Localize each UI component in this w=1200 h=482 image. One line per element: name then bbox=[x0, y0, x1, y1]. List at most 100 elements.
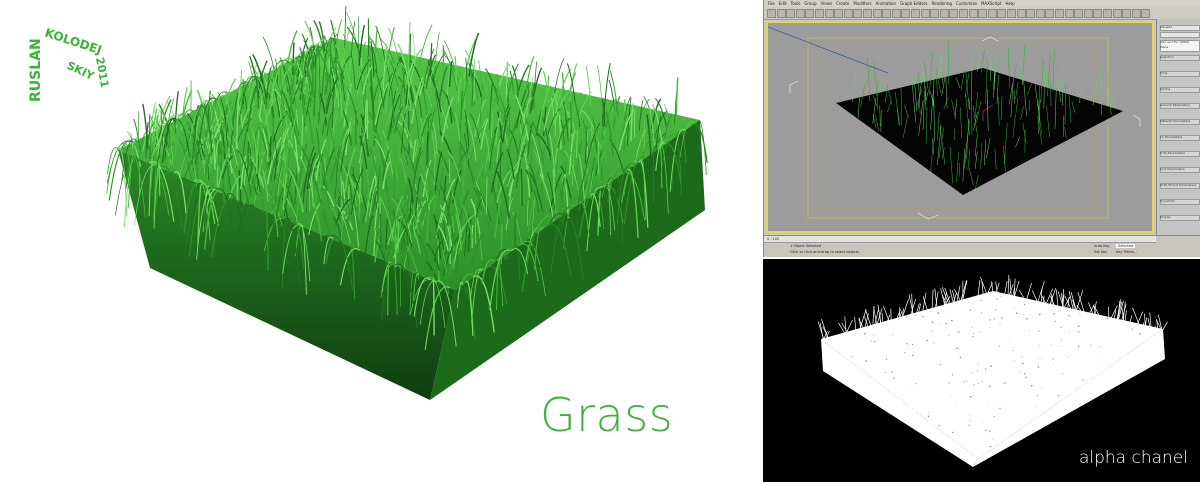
main-toolbar bbox=[764, 7, 1200, 20]
modifier-list-dropdown[interactable] bbox=[1160, 32, 1200, 38]
menu-bar: File Edit Tools Group Views Create Modifiers An… bbox=[764, 0, 1200, 7]
toolbar-button[interactable] bbox=[920, 9, 930, 18]
toolbar-button[interactable] bbox=[805, 9, 815, 18]
alpha-gap bbox=[915, 383, 917, 385]
alpha-gap bbox=[1019, 371, 1021, 373]
perspective-viewport[interactable] bbox=[766, 21, 1154, 233]
alpha-gap bbox=[931, 330, 933, 332]
alpha-gap bbox=[1046, 302, 1048, 304]
toolbar-button[interactable] bbox=[949, 9, 959, 18]
toolbar-button[interactable] bbox=[930, 9, 940, 18]
toolbar-button[interactable] bbox=[1093, 9, 1103, 18]
alpha-gap bbox=[1028, 329, 1030, 331]
menu-item[interactable]: Animation bbox=[876, 1, 896, 6]
toolbar-button[interactable] bbox=[1083, 9, 1093, 18]
toolbar-button[interactable] bbox=[939, 9, 949, 18]
toolbar-button[interactable] bbox=[891, 9, 901, 18]
hair-guide bbox=[867, 56, 871, 102]
toolbar-button[interactable] bbox=[872, 9, 882, 18]
menu-item[interactable]: Help bbox=[1005, 1, 1014, 6]
toolbar-button[interactable] bbox=[1045, 9, 1055, 18]
alpha-gap bbox=[1001, 317, 1003, 319]
alpha-gap bbox=[948, 334, 950, 337]
menu-item[interactable]: Create bbox=[836, 1, 849, 6]
toolbar-button[interactable] bbox=[1141, 9, 1151, 18]
modifier-stack-item[interactable]: Hair and Fur (WSM) bbox=[1160, 40, 1189, 44]
toolbar-button[interactable] bbox=[834, 9, 844, 18]
modifier-stack-base[interactable]: Plane bbox=[1160, 45, 1168, 49]
rollout-title: General Parameters bbox=[1160, 103, 1190, 107]
alpha-gap bbox=[993, 416, 995, 418]
alpha-gap bbox=[980, 299, 982, 302]
watermark-logo: RUSLAN KOLODEJ SKIY 2011 bbox=[28, 26, 111, 102]
toolbar-button[interactable] bbox=[968, 9, 978, 18]
alpha-gap bbox=[971, 326, 973, 328]
key-filters-button[interactable]: Key Filters... bbox=[1116, 250, 1137, 254]
toolbar-button[interactable] bbox=[1007, 9, 1016, 18]
toolbar-button[interactable] bbox=[901, 9, 911, 18]
menu-item[interactable]: MAXScript bbox=[981, 1, 1002, 6]
menu-item[interactable]: Views bbox=[821, 1, 833, 6]
menu-item[interactable]: Customize bbox=[956, 1, 977, 6]
menu-item[interactable]: Edit bbox=[779, 1, 787, 6]
menu-item[interactable]: Graph Editors bbox=[900, 1, 927, 6]
set-key-button[interactable]: Set Key bbox=[1094, 250, 1107, 254]
toolbar-button[interactable] bbox=[978, 9, 988, 18]
grass-blade bbox=[473, 59, 476, 102]
menu-item[interactable]: Rendering bbox=[932, 1, 952, 6]
toolbar-button[interactable] bbox=[795, 9, 805, 18]
alpha-gap bbox=[978, 382, 980, 384]
alpha-gap bbox=[1053, 363, 1054, 365]
alpha-gap bbox=[982, 422, 984, 424]
toolbar-button[interactable] bbox=[863, 9, 872, 18]
alpha-gap bbox=[966, 380, 968, 382]
toolbar-button[interactable] bbox=[1016, 9, 1026, 18]
alpha-gap bbox=[969, 309, 972, 312]
alpha-gap bbox=[1082, 379, 1084, 382]
alpha-gap bbox=[1012, 350, 1014, 352]
toolbar-button[interactable] bbox=[767, 9, 776, 18]
toolbar-button[interactable] bbox=[1035, 9, 1045, 18]
auto-key-button[interactable]: Auto Key bbox=[1094, 244, 1110, 248]
toolbar-button[interactable] bbox=[882, 9, 892, 18]
toolbar-button[interactable] bbox=[997, 9, 1007, 18]
toolbar-button[interactable] bbox=[1064, 9, 1074, 18]
bbox-corner bbox=[981, 36, 999, 42]
alpha-gap bbox=[977, 363, 979, 365]
alpha-gap bbox=[1015, 312, 1018, 315]
menu-item[interactable]: Group bbox=[804, 1, 816, 6]
alpha-gap bbox=[892, 334, 894, 336]
toolbar-button[interactable] bbox=[911, 9, 920, 18]
toolbar-button[interactable] bbox=[1074, 9, 1084, 18]
bbox-corner bbox=[789, 80, 799, 93]
toolbar-button[interactable] bbox=[1026, 9, 1036, 18]
toolbar-button[interactable] bbox=[1112, 9, 1122, 18]
alpha-gap bbox=[1023, 372, 1026, 375]
selected-dropdown[interactable]: Selected bbox=[1116, 244, 1136, 248]
toolbar-button[interactable] bbox=[843, 9, 853, 18]
toolbar-button[interactable] bbox=[1131, 9, 1141, 18]
toolbar-button[interactable] bbox=[853, 9, 863, 18]
toolbar-button[interactable] bbox=[959, 9, 968, 18]
toolbar-button[interactable] bbox=[1103, 9, 1112, 18]
toolbar-button[interactable] bbox=[824, 9, 834, 18]
alpha-gap bbox=[985, 429, 987, 432]
toolbar-button[interactable] bbox=[815, 9, 824, 18]
toolbar-button[interactable] bbox=[987, 9, 997, 18]
menu-item[interactable]: File bbox=[768, 1, 775, 6]
watermark-word-2: KOLODEJ bbox=[43, 26, 103, 58]
watermark-year: 2011 bbox=[93, 56, 111, 88]
time-slider[interactable]: 0 / 100 bbox=[764, 236, 1156, 243]
menu-item[interactable]: Tools bbox=[790, 1, 800, 6]
alpha-gap bbox=[972, 372, 973, 374]
toolbar-button[interactable] bbox=[1122, 9, 1132, 18]
toolbar-button[interactable] bbox=[786, 9, 796, 18]
alpha-gap bbox=[922, 315, 924, 318]
toolbar-button[interactable] bbox=[1055, 9, 1064, 18]
grass-blade bbox=[409, 33, 412, 72]
alpha-gap bbox=[1077, 331, 1080, 333]
rollout-title: Multi Strand Parameters bbox=[1160, 183, 1197, 187]
toolbar-button[interactable] bbox=[776, 9, 786, 18]
menu-item[interactable]: Modifiers bbox=[853, 1, 871, 6]
alpha-gap bbox=[993, 318, 996, 320]
